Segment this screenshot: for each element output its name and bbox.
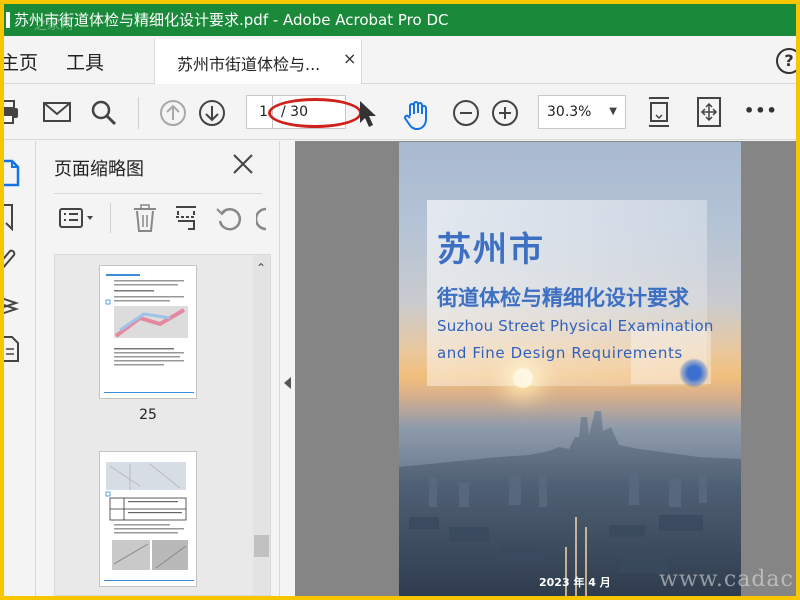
zoom-level-value: 30.3%: [547, 104, 592, 120]
thumbnail-page-number: 26: [99, 595, 197, 596]
cover-english-title-line2: and Fine Design Requirements: [437, 344, 683, 362]
fit-page-icon[interactable]: [646, 95, 672, 129]
zoom-level-select[interactable]: 30.3% ▼: [538, 95, 626, 129]
thumbnail-options-icon[interactable]: [58, 203, 98, 237]
cover-english-title-line1: Suzhou Street Physical Examination: [437, 317, 714, 335]
panel-splitter[interactable]: [279, 141, 295, 596]
close-icon[interactable]: ×: [343, 49, 356, 68]
attachment-icon[interactable]: [4, 245, 20, 279]
previous-page-icon[interactable]: [159, 99, 187, 127]
print-icon[interactable]: [4, 99, 20, 125]
watermark-logo: 之家网: [34, 18, 74, 33]
tab-document-label: 苏州市街道体检与...: [177, 55, 321, 74]
tab-bar: 主页 工具 苏州市街道体检与... × ?: [4, 36, 796, 84]
next-page-icon[interactable]: [198, 99, 226, 127]
site-watermark: www.cadac: [659, 567, 794, 592]
toolbar-divider: [138, 97, 139, 129]
delete-page-icon[interactable]: [132, 203, 158, 237]
layers-icon[interactable]: [4, 289, 20, 323]
help-icon[interactable]: ?: [776, 48, 796, 74]
page-thumbnails-icon[interactable]: [4, 157, 20, 191]
email-icon[interactable]: [42, 99, 72, 125]
toolbar: 1 / 30 30.3% ▼ •••: [4, 85, 796, 140]
chevron-down-icon: ▼: [609, 106, 617, 117]
panel-divider: [54, 193, 262, 194]
full-screen-icon[interactable]: [696, 96, 722, 128]
rotate-clockwise-icon[interactable]: [254, 203, 268, 237]
tab-home[interactable]: 主页: [4, 48, 38, 75]
extract-page-icon[interactable]: [174, 203, 200, 237]
cover-subtitle: 街道体检与精细化设计要求: [437, 286, 689, 310]
navigation-rail: [4, 141, 36, 596]
cover-date: 2023 年 4 月: [539, 576, 611, 589]
tab-tools[interactable]: 工具: [66, 48, 104, 75]
zoom-out-icon[interactable]: [452, 99, 480, 127]
scrollbar-thumb[interactable]: [254, 535, 269, 557]
page-thumbnail-25[interactable]: [99, 265, 197, 399]
annotation-ellipse: [268, 98, 362, 128]
title-bar: 苏州市街道体检与精细化设计要求.pdf - Adobe Acrobat Pro …: [4, 4, 796, 36]
more-tools-icon[interactable]: •••: [744, 101, 778, 120]
collapse-panel-icon[interactable]: [284, 377, 291, 389]
acrobat-window: 苏州市街道体检与精细化设计要求.pdf - Adobe Acrobat Pro …: [4, 4, 796, 596]
thumbnail-scrollbar[interactable]: ⌃: [253, 255, 270, 595]
tab-document[interactable]: 苏州市街道体检与... ×: [154, 39, 362, 84]
bookmark-icon[interactable]: [4, 201, 18, 235]
panel-close-icon[interactable]: [232, 153, 254, 179]
scroll-up-icon[interactable]: ⌃: [256, 261, 266, 275]
decorative-circle: [679, 358, 709, 388]
page-thumbnail-26[interactable]: [99, 451, 197, 587]
rotate-counterclockwise-icon[interactable]: [214, 203, 244, 237]
hand-tool-icon[interactable]: [401, 99, 433, 131]
select-cursor-icon[interactable]: [356, 99, 380, 129]
zoom-in-icon[interactable]: [491, 99, 519, 127]
thumbnail-page-number: 25: [139, 407, 157, 423]
thumbnails-list: 25 ⌃: [54, 254, 271, 596]
panel-toolbar-divider: [110, 203, 111, 233]
pdf-cover-page: 苏州市 街道体检与精细化设计要求 Suzhou Street Physical …: [399, 142, 741, 596]
page-thumbnails-panel: 页面缩略图 25 ⌃: [36, 141, 279, 596]
app-icon: [6, 12, 10, 28]
cover-title: 苏州市: [437, 230, 545, 270]
search-icon[interactable]: [90, 99, 118, 127]
window-title: 苏州市街道体检与精细化设计要求.pdf - Adobe Acrobat Pro …: [14, 11, 449, 29]
document-viewport[interactable]: 苏州市 街道体检与精细化设计要求 Suzhou Street Physical …: [295, 141, 796, 596]
document-properties-icon[interactable]: [4, 333, 20, 367]
panel-title: 页面缩略图: [54, 159, 144, 180]
